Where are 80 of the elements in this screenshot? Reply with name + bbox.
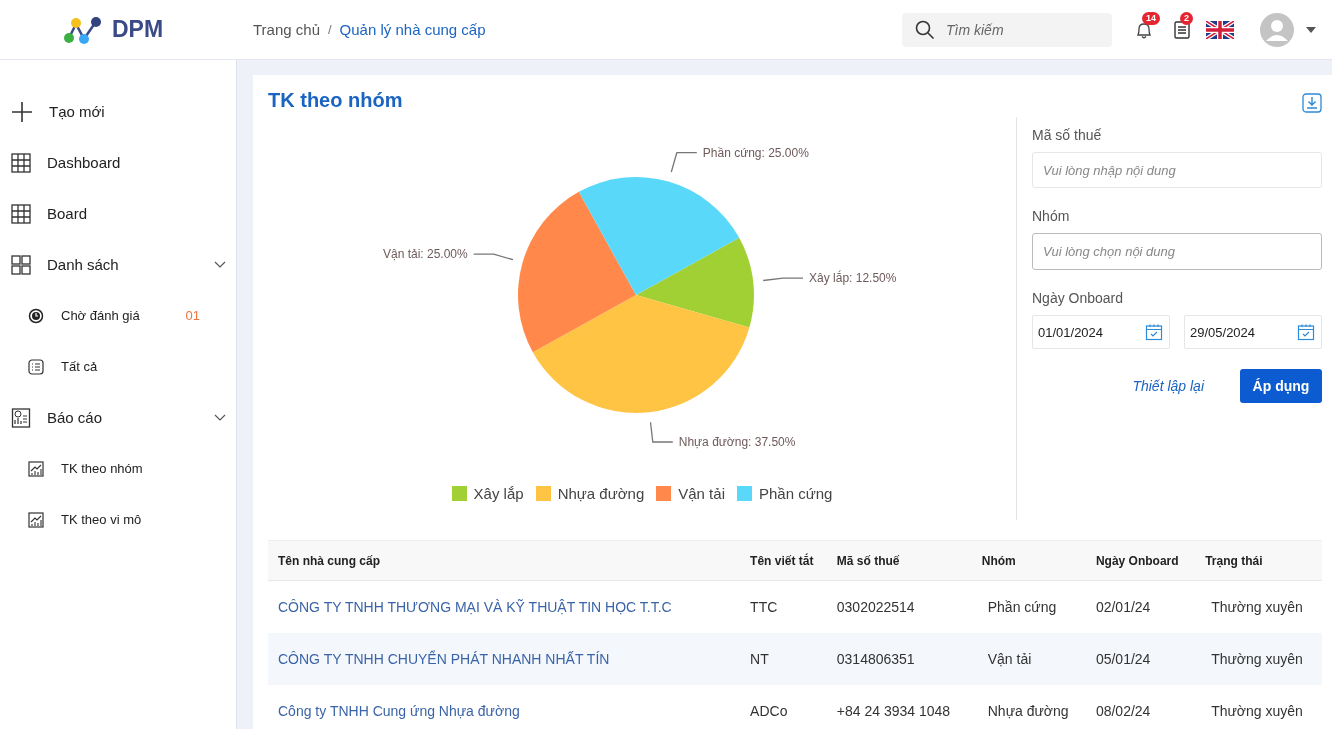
legend-label[interactable]: Phần cứng — [758, 485, 833, 502]
clock-icon — [28, 307, 44, 324]
download-icon[interactable] — [1302, 93, 1322, 113]
leader-line — [473, 253, 514, 261]
date-field[interactable]: 29/05/2024 — [1184, 315, 1322, 349]
table-cell: Thường xuyên — [1211, 703, 1303, 719]
document-count: 2 — [1180, 11, 1193, 25]
column-header: Trạng thái — [1195, 540, 1322, 581]
legend-label[interactable]: Vận tải — [678, 485, 725, 502]
list-icon — [28, 358, 44, 375]
sidebar-subitem[interactable]: TK theo vi mô — [0, 494, 236, 545]
sidebar-item[interactable]: Dashboard — [0, 137, 236, 188]
flag-icon[interactable] — [1206, 20, 1234, 39]
column-header: Mã số thuế — [826, 540, 972, 581]
leader-line — [762, 277, 804, 282]
sidebar-item[interactable]: Board — [0, 188, 236, 239]
breadcrumb-link[interactable]: Trang chủ — [253, 21, 320, 38]
plus-icon — [11, 100, 33, 123]
table-cell: 05/01/24 — [1095, 651, 1151, 667]
table-cell: TTC — [750, 599, 778, 615]
supplier-link[interactable]: CÔNG TY TNHH THƯƠNG MẠI VÀ KỸ THUẬT TIN HỌC T.T.C — [278, 599, 672, 615]
breadcrumb-link[interactable]: Quản lý nhà cung cấp — [339, 21, 486, 38]
tiles-icon — [11, 254, 31, 275]
sidebar-subitem[interactable]: Chờ đánh giá 01 — [0, 290, 236, 341]
sidebar-item[interactable]: Báo cáo — [0, 392, 236, 443]
group-select[interactable]: Vui lòng chọn nội dung — [1032, 233, 1322, 270]
breadcrumb-separator: / — [328, 22, 332, 37]
field-label: Nhóm — [1032, 208, 1071, 224]
supplier-link[interactable]: CÔNG TY TNHH CHUYỂN PHÁT NHANH NHẤT TÍN — [278, 651, 610, 667]
slice-label: Vận tải: 25.00% — [383, 247, 468, 262]
table-cell: Thường xuyên — [1211, 599, 1303, 615]
calendar-icon — [1297, 323, 1315, 341]
sidebar-item[interactable]: Danh sách — [0, 239, 236, 290]
supplier-link[interactable]: Công ty TNHH Cung ứng Nhựa đường — [278, 703, 520, 719]
field-label: Ngày Onboard — [1032, 290, 1125, 306]
table-cell: 02/01/24 — [1095, 599, 1151, 615]
sidebar-item[interactable]: Tạo mới — [0, 86, 236, 137]
slice-label: Nhựa đường: 37.50% — [678, 435, 796, 450]
leader-line — [670, 152, 698, 173]
slice-label: Phần cứng: 25.00% — [702, 145, 809, 160]
report-icon — [11, 407, 31, 428]
grid-icon — [11, 203, 31, 224]
logo-text: DPM — [112, 16, 164, 43]
table-cell: ADCo — [750, 703, 788, 719]
search-icon — [915, 19, 935, 40]
sidebar-subitem[interactable]: Tất cả — [0, 341, 236, 392]
pending-count: 01 — [185, 308, 200, 323]
table-cell: Nhựa đường — [987, 703, 1069, 719]
grid-icon — [11, 152, 31, 173]
document-icon — [1173, 19, 1191, 40]
logo-icon — [62, 14, 104, 45]
table-cell: 08/02/24 — [1095, 703, 1151, 719]
tax-code-input[interactable]: Vui lòng nhập nội dung — [1032, 152, 1322, 188]
search-field[interactable]: Tìm kiếm — [902, 12, 1112, 47]
legend-label[interactable]: Xây lắp — [473, 485, 524, 502]
table-cell: NT — [750, 651, 769, 667]
column-header: Tên viết tắt — [740, 540, 827, 581]
column-header: Tên nhà cung cấp — [268, 540, 741, 581]
notification-count: 14 — [1142, 11, 1160, 25]
card-title: TK theo nhóm — [268, 89, 403, 112]
column-header: Nhóm — [971, 540, 1086, 581]
column-header: Ngày Onboard — [1085, 540, 1196, 581]
reset-link[interactable]: Thiết lập lại — [1132, 378, 1204, 394]
table-cell: Phần cứng — [987, 599, 1057, 615]
date-field[interactable]: 01/01/2024 — [1032, 315, 1170, 349]
table-cell: Thường xuyên — [1211, 651, 1303, 667]
field-label: Mã số thuế — [1032, 127, 1103, 143]
slice-label: Xây lắp: 12.50% — [809, 271, 897, 286]
table-cell: Vận tải — [987, 651, 1032, 667]
apply-button[interactable]: Áp dụng — [1240, 369, 1322, 403]
sidebar-subitem[interactable]: TK theo nhóm — [0, 443, 236, 494]
table-cell: 0302022514 — [836, 599, 915, 615]
table-cell: +84 24 3934 1048 — [836, 703, 951, 719]
chart-icon — [28, 460, 44, 477]
table-cell: 0314806351 — [836, 651, 915, 667]
calendar-icon — [1145, 323, 1163, 341]
caret-icon[interactable] — [1306, 26, 1316, 33]
chart-icon — [28, 511, 44, 528]
leader-line — [649, 421, 674, 443]
legend-label[interactable]: Nhựa đường — [557, 485, 645, 502]
